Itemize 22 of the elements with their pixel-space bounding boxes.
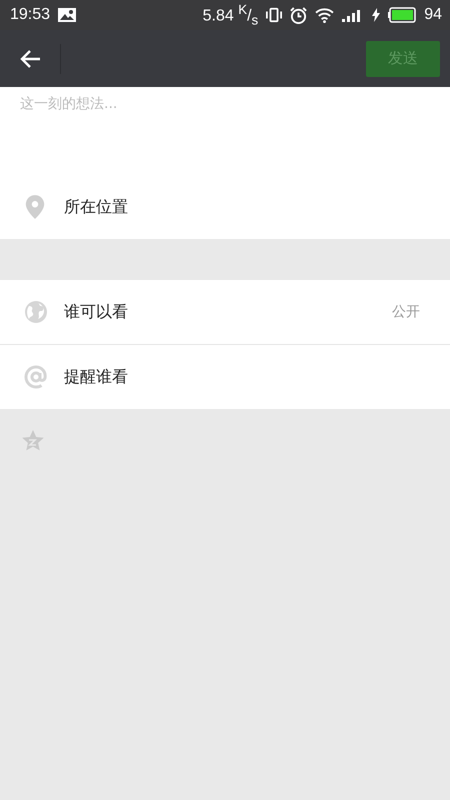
location-item[interactable]: 所在位置	[0, 175, 450, 239]
star-icon	[21, 429, 45, 453]
battery-icon	[388, 7, 416, 23]
option-item[interactable]: 提醒谁看	[0, 344, 450, 409]
location-pin-icon	[24, 194, 46, 220]
location-label: 所在位置	[64, 196, 129, 218]
battery-percent: 94	[424, 6, 442, 24]
wifi-icon	[315, 8, 334, 22]
vibrate-icon	[266, 7, 282, 23]
option-item[interactable]: 谁可以看 公开	[0, 280, 450, 344]
option-label: 谁可以看	[64, 302, 129, 322]
globe-icon	[24, 300, 48, 324]
network-speed: 5.84 $^{K}$/$_{s}$	[202, 2, 258, 28]
back-arrow-icon	[19, 48, 41, 68]
image-icon	[58, 8, 76, 22]
clock-time: 19:53	[10, 6, 50, 24]
option-label: 提醒谁看	[64, 366, 129, 388]
alarm-clock-icon	[290, 6, 308, 24]
option-value: 公开	[392, 303, 420, 321]
at-sign-icon	[24, 365, 48, 389]
charging-icon	[372, 8, 380, 22]
text-input-field[interactable]: 这一刻的想法...	[0, 87, 450, 175]
